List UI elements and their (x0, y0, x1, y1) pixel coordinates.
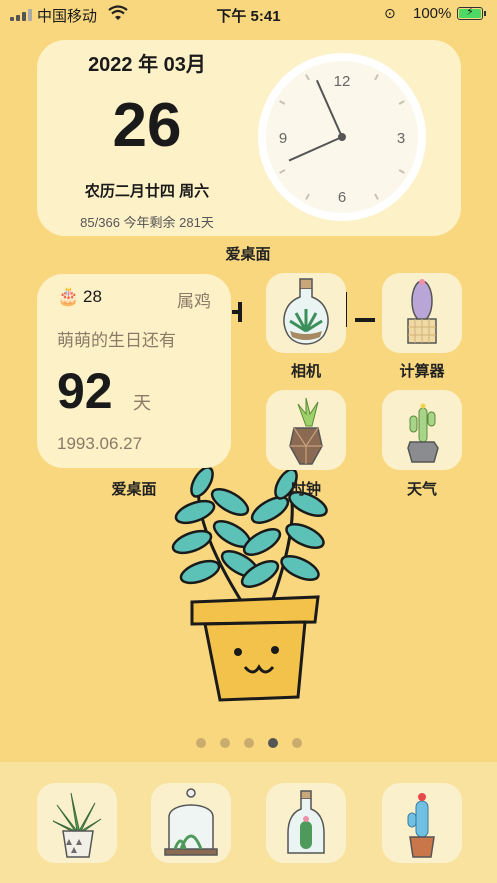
app-calculator[interactable] (382, 273, 462, 353)
clock-numeral-6: 6 (338, 189, 346, 206)
birthday-countdown-widget[interactable]: 🎂 28 属鸡 萌萌的生日还有 92 天 1993.06.27 (37, 274, 231, 468)
birthday-days-unit: 天 (133, 393, 151, 413)
bottle-cactus-icon (287, 790, 325, 854)
birthday-date: 1993.06.27 (57, 434, 143, 453)
app-clock-label: 时钟 (290, 481, 321, 498)
birthday-days-count: 92 (57, 363, 113, 419)
calendar-day: 26 (112, 91, 182, 160)
app-clock[interactable] (266, 390, 346, 470)
dock-app-4[interactable] (382, 783, 462, 863)
app-camera[interactable] (266, 273, 346, 353)
page-dot-2[interactable] (220, 738, 230, 748)
battery-charging-icon: ⚡ (457, 6, 486, 20)
blue-cactus-pot-icon (407, 793, 435, 858)
cactus-small-pot-icon (407, 403, 439, 463)
calendar-year-month: 2022 年 03月 (88, 54, 206, 76)
status-bar: 中国移动 下午 5:41 ⊙ 100% ⚡ (0, 0, 497, 28)
clock-numeral-9: 9 (279, 130, 287, 147)
clock-numeral-12: 12 (334, 73, 351, 90)
calendar-year-remaining: 85/366 今年剩余 281天 (80, 215, 214, 230)
page-dot-4-active[interactable] (268, 738, 278, 748)
app-weather[interactable] (382, 390, 462, 470)
aloe-pot-icon (52, 792, 102, 858)
page-dot-1[interactable] (196, 738, 206, 748)
app-camera-label: 相机 (290, 363, 321, 380)
battery-percent: 100% (413, 5, 452, 22)
cake-icon: 🎂 (57, 286, 80, 306)
page-dot-3[interactable] (244, 738, 254, 748)
birthday-widget-label: 爱桌面 (111, 481, 157, 498)
birthday-zodiac: 属鸡 (177, 292, 211, 311)
dock-app-1[interactable] (37, 783, 117, 863)
succulent-pot-icon (289, 397, 323, 465)
page-dot-5[interactable] (292, 738, 302, 748)
dock-app-3[interactable] (266, 783, 346, 863)
calendar-widget-label: 爱桌面 (225, 246, 271, 263)
app-weather-label: 天气 (406, 481, 437, 498)
calendar-lunar-date: 农历二月廿四 周六 (84, 183, 210, 200)
birthday-title: 萌萌的生日还有 (57, 331, 176, 350)
app-calculator-label: 计算器 (399, 363, 445, 380)
cactus-pot-icon (407, 279, 437, 344)
analog-clock: 12 3 6 9 (258, 53, 426, 221)
orientation-lock-icon: ⊙ (384, 5, 396, 21)
page-indicator[interactable] (0, 738, 497, 750)
clock-numeral-3: 3 (397, 130, 405, 147)
dock-app-2[interactable] (151, 783, 231, 863)
birthday-age: 28 (83, 287, 102, 306)
plant-terrarium-icon (283, 278, 329, 345)
glass-dome-terrarium-icon (164, 788, 218, 856)
